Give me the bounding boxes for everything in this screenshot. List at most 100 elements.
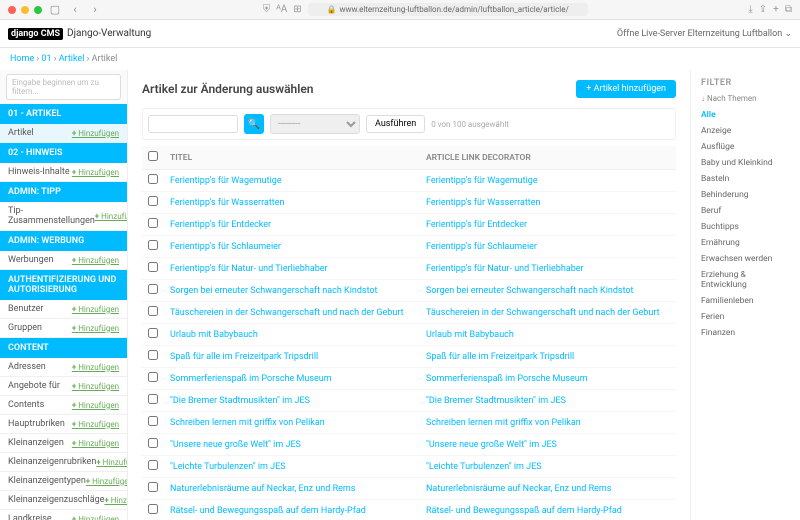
sidebar-filter-input[interactable]: Eingabe beginnen um zu filtern... (6, 74, 121, 100)
row-title-link[interactable]: Sorgen bei erneuter Schwangerschaft nach… (170, 286, 378, 296)
row-decorator-link[interactable]: "Unsere neue große Welt" im JES (426, 440, 557, 450)
row-checkbox[interactable] (148, 394, 158, 404)
select-all-checkbox[interactable] (148, 151, 158, 161)
row-title-link[interactable]: "Leichte Turbulenzen" im JES (170, 462, 286, 472)
sidebar-add-link[interactable]: Hinzufügen (72, 168, 119, 177)
row-checkbox[interactable] (148, 174, 158, 184)
minimize-window[interactable] (21, 6, 29, 14)
sidebar-item-link[interactable]: Hinweis-Inhalte (8, 167, 72, 177)
search-button[interactable]: 🔍 (244, 114, 264, 134)
row-decorator-link[interactable]: Urlaub mit Babybauch (426, 330, 514, 340)
row-title-link[interactable]: Spaß für alle im Freizeitpark Tripsdrill (170, 352, 318, 362)
filter-option[interactable]: Anzeige (701, 123, 790, 139)
forward-icon[interactable]: › (88, 3, 102, 17)
sidebar-add-link[interactable]: Hinzufügen (95, 212, 128, 221)
row-checkbox[interactable] (148, 306, 158, 316)
row-title-link[interactable]: Ferientipp's für Entdecker (170, 220, 271, 230)
row-title-link[interactable]: Naturerlebnisräume auf Neckar, Enz und R… (170, 484, 355, 494)
tabs-icon[interactable]: ⧉ (785, 4, 792, 15)
row-title-link[interactable]: "Die Bremer Stadtmusikten" im JES (170, 396, 310, 406)
sidebar-add-link[interactable]: Hinzufügen (72, 515, 119, 520)
row-title-link[interactable]: Sommerferienspaß im Porsche Museum (170, 374, 332, 384)
sidebar-add-link[interactable]: Hinzufügen (72, 305, 119, 314)
row-decorator-link[interactable]: Ferientipp's für Schlaumeier (426, 242, 537, 252)
sidebar-item-link[interactable]: Gruppen (8, 323, 72, 333)
filter-option[interactable]: Behinderung (701, 187, 790, 203)
sidebar-item-link[interactable]: Kleinanzeigenrubriken (8, 457, 96, 467)
row-decorator-link[interactable]: Sorgen bei erneuter Schwangerschaft nach… (426, 286, 634, 296)
filter-option[interactable]: Alle (701, 107, 790, 123)
url-bar[interactable]: 🔒 www.elternzeitung-luftballon.de/admin/… (308, 3, 588, 16)
newtab-icon[interactable]: + (773, 4, 779, 15)
row-decorator-link[interactable]: Ferientipp's für Wasserratten (426, 198, 540, 208)
sidebar-add-link[interactable]: Hinzufügen (96, 458, 128, 467)
sidebar-section-header[interactable]: ADMIN: WERBUNG (0, 231, 127, 251)
row-checkbox[interactable] (148, 438, 158, 448)
sidebar-item-link[interactable]: Kleinanzeigen (8, 438, 72, 448)
row-checkbox[interactable] (148, 416, 158, 426)
filter-option[interactable]: Beruf (701, 203, 790, 219)
col-title[interactable]: TITEL (164, 146, 420, 170)
sidebar-add-link[interactable]: Hinzufügen (72, 401, 119, 410)
row-decorator-link[interactable]: Ferientipp's für Entdecker (426, 220, 527, 230)
row-title-link[interactable]: "Unsere neue große Welt" im JES (170, 440, 301, 450)
filter-option[interactable]: Familienleben (701, 293, 790, 309)
row-checkbox[interactable] (148, 504, 158, 514)
live-server-link[interactable]: Öffne Live-Server Elternzeitung Luftball… (617, 29, 792, 39)
sidebar-add-link[interactable]: Hinzufügen (72, 256, 119, 265)
row-checkbox[interactable] (148, 372, 158, 382)
sidebar-item-link[interactable]: Werbungen (8, 255, 72, 265)
sidebar-section-header[interactable]: ADMIN: TIPP (0, 182, 127, 202)
action-select[interactable]: --------- (270, 114, 360, 134)
row-title-link[interactable]: Ferientipp's für Natur- und Tierliebhabe… (170, 264, 328, 274)
row-title-link[interactable]: Rätsel- und Bewegungsspaß auf dem Hardy-… (170, 506, 366, 516)
sidebar-item-link[interactable]: Angebote für (8, 381, 72, 391)
filter-option[interactable]: Ernährung (701, 235, 790, 251)
sidebar-add-link[interactable]: Hinzufügen (72, 363, 119, 372)
sidebar-item-link[interactable]: Kleinanzeigentypen (8, 476, 86, 486)
sidebar-item-link[interactable]: Benutzer (8, 304, 72, 314)
filter-option[interactable]: Finanzen (701, 325, 790, 341)
row-checkbox[interactable] (148, 460, 158, 470)
row-checkbox[interactable] (148, 240, 158, 250)
sidebar-item-link[interactable]: Hauptrubriken (8, 419, 72, 429)
row-decorator-link[interactable]: "Die Bremer Stadtmusikten" im JES (426, 396, 566, 406)
sidebar-add-link[interactable]: Hinzufügen (72, 129, 119, 138)
maximize-window[interactable] (34, 6, 42, 14)
crumb-home[interactable]: Home (10, 54, 34, 64)
sidebar-add-link[interactable]: Hinzufügen (72, 420, 119, 429)
row-checkbox[interactable] (148, 196, 158, 206)
sidebar-item-link[interactable]: Landkreise (8, 514, 72, 520)
row-checkbox[interactable] (148, 350, 158, 360)
row-title-link[interactable]: Ferientipp's für Wasserratten (170, 198, 284, 208)
sidebar-item-link[interactable]: Adressen (8, 362, 72, 372)
filter-option[interactable]: Ausflüge (701, 139, 790, 155)
download-icon[interactable]: ⤓ (748, 4, 752, 15)
sidebar-add-link[interactable]: Hinzufügen (86, 477, 128, 486)
row-title-link[interactable]: Schreiben lernen mit griffix von Pelikan (170, 418, 325, 428)
row-checkbox[interactable] (148, 218, 158, 228)
row-decorator-link[interactable]: Rätsel- und Bewegungsspaß auf dem Hardy-… (426, 506, 622, 516)
sidebar-icon[interactable]: ▢ (48, 3, 62, 17)
row-title-link[interactable]: Urlaub mit Babybauch (170, 330, 258, 340)
search-input[interactable] (148, 115, 238, 133)
sidebar-add-link[interactable]: Hinzufügen (72, 439, 119, 448)
row-decorator-link[interactable]: Sommerferienspaß im Porsche Museum (426, 374, 588, 384)
sidebar-section-header[interactable]: 02 - HINWEIS (0, 143, 127, 163)
row-decorator-link[interactable]: Spaß für alle im Freizeitpark Tripsdrill (426, 352, 574, 362)
sidebar-section-header[interactable]: AUTHENTIFIZIERUNG UND AUTORISIERUNG (0, 270, 127, 300)
filter-option[interactable]: Ferien (701, 309, 790, 325)
sidebar-add-link[interactable]: Hinzufügen (72, 382, 119, 391)
row-checkbox[interactable] (148, 328, 158, 338)
filter-option[interactable]: Erziehung & Entwicklung (701, 267, 790, 293)
row-title-link[interactable]: Täuschereien in der Schwangerschaft und … (170, 308, 404, 318)
close-window[interactable] (8, 6, 16, 14)
ext-icon[interactable]: ⊞ (293, 4, 301, 15)
execute-button[interactable]: Ausführen (366, 115, 425, 133)
sidebar-add-link[interactable]: Hinzufügen (72, 324, 119, 333)
col-decorator[interactable]: ARTICLE LINK DECORATOR (420, 146, 676, 170)
row-checkbox[interactable] (148, 284, 158, 294)
share-icon[interactable]: ⇪ (759, 4, 767, 15)
row-decorator-link[interactable]: "Leichte Turbulenzen" im JES (426, 462, 542, 472)
sidebar-add-link[interactable]: Hinzufügen (104, 496, 128, 505)
